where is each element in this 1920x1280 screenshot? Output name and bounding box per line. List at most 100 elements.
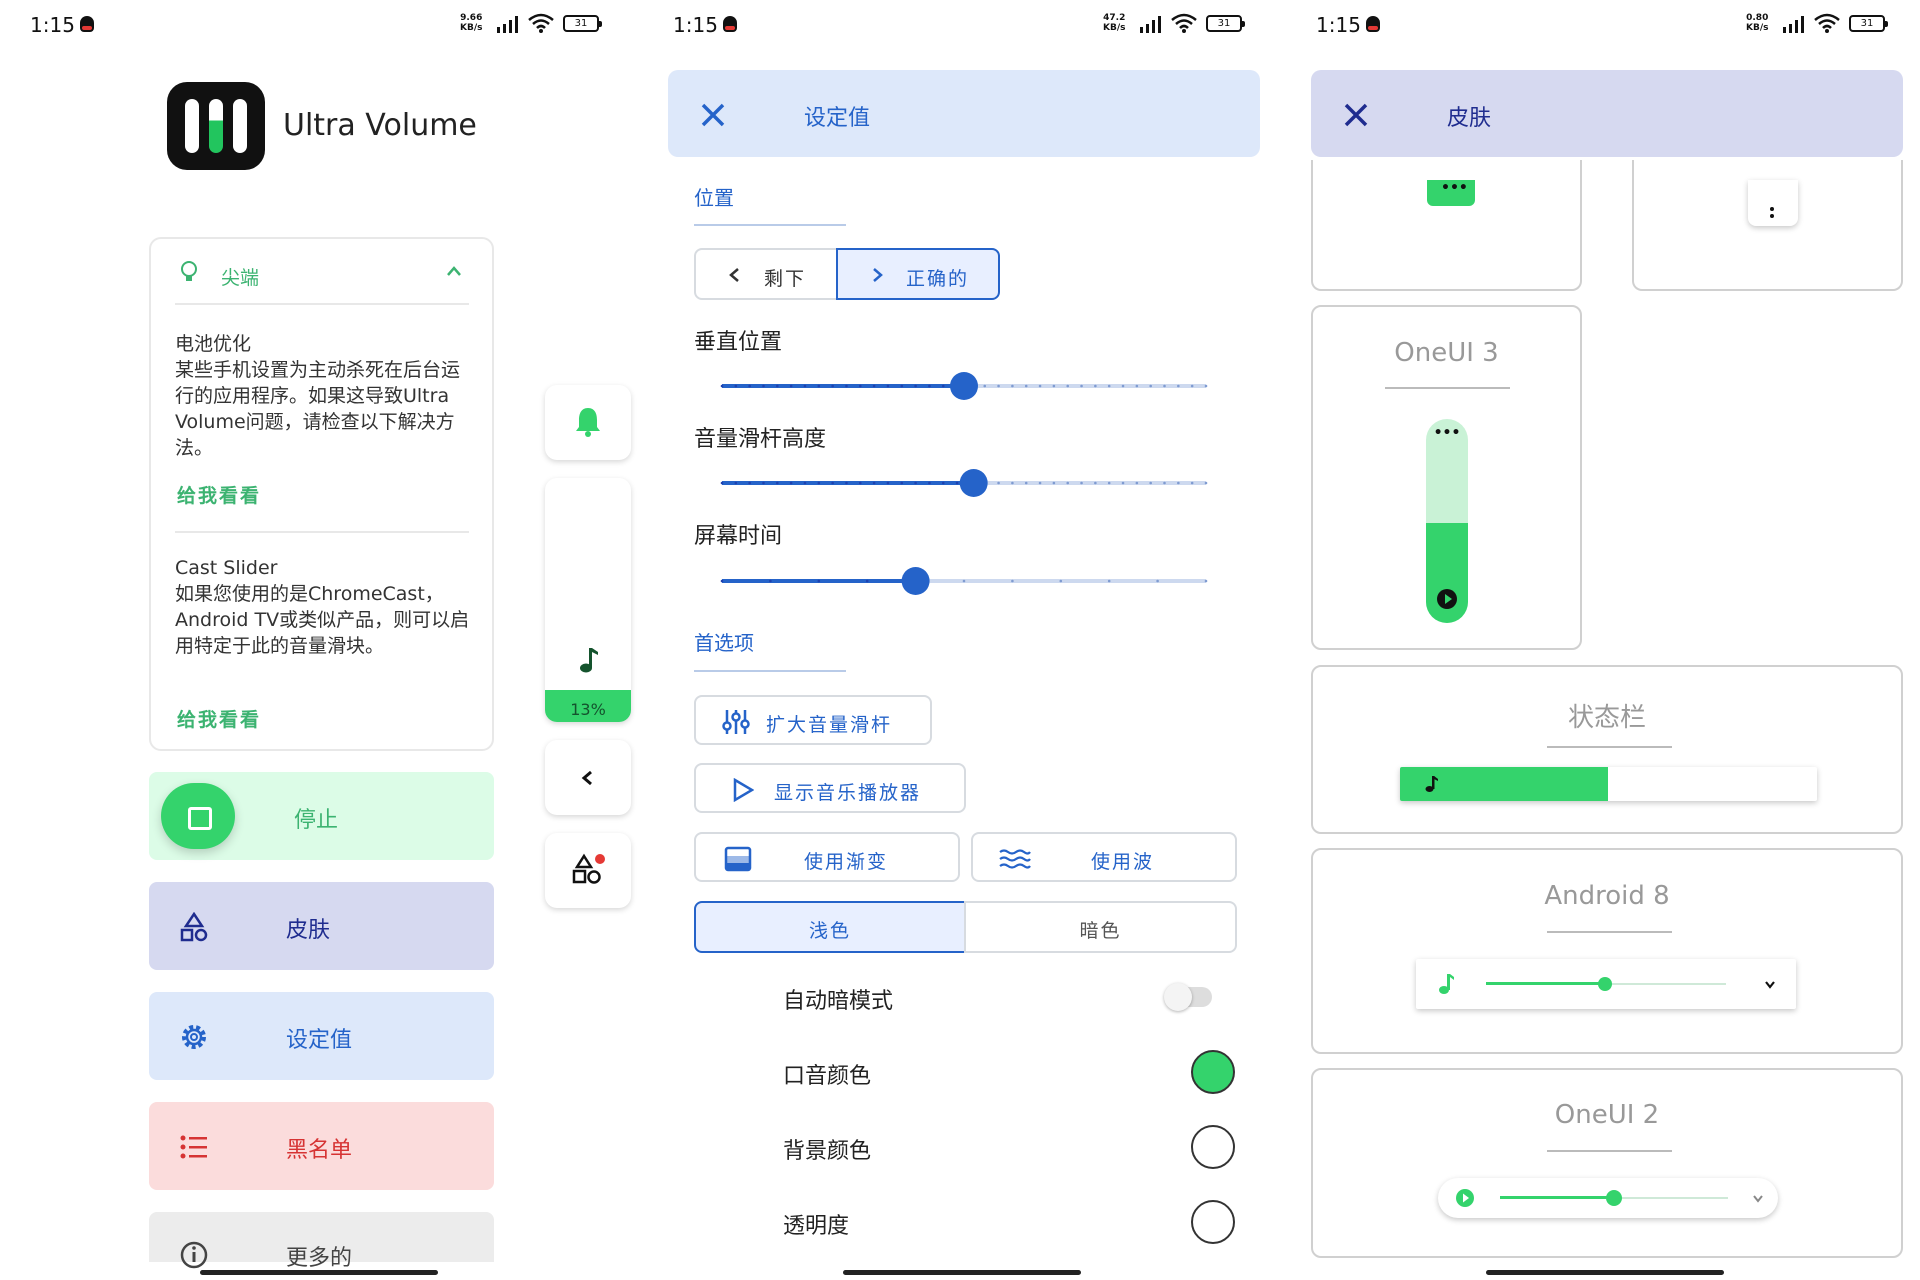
accent-color-swatch[interactable] [1191, 1050, 1235, 1094]
wifi-icon [1814, 13, 1840, 33]
theme-light-button[interactable]: 浅色 [694, 901, 966, 953]
vertical-position-slider[interactable] [714, 371, 1214, 401]
status-time: 1:15 [30, 13, 75, 37]
volume-slider-preview[interactable]: 13% [545, 478, 631, 722]
qq-notification-icon [80, 16, 94, 32]
position-left-button[interactable]: 剩下 [694, 248, 838, 300]
slider-tick [1190, 384, 1194, 388]
slider-tick [789, 481, 793, 485]
slider-tick [1011, 579, 1014, 583]
tip-title: Cast Slider [175, 557, 278, 579]
skin-card-oneui3[interactable]: OneUI 3 ••• [1311, 305, 1582, 650]
tip-battery: 电池优化 某些手机设置为主动杀死在后台运行的应用程序。如果这导致Ultra Vo… [175, 331, 475, 461]
slider-tick [1066, 481, 1070, 485]
wave-icon [999, 849, 1031, 869]
slider-height-label: 音量滑杆高度 [694, 427, 827, 452]
slider-tick [1149, 481, 1152, 485]
home-indicator[interactable] [843, 1270, 1081, 1275]
divider [175, 531, 469, 533]
slider-thumb[interactable] [959, 469, 988, 497]
slider-tick [762, 384, 765, 388]
close-icon[interactable] [1343, 102, 1369, 128]
slider-height-slider[interactable] [714, 468, 1214, 498]
android8-slider-preview [1416, 959, 1796, 1009]
theme-toggle: 浅色 暗色 [694, 901, 1237, 953]
slider-tick [720, 481, 724, 485]
skins-top-bar: 皮肤 [1311, 70, 1903, 157]
skin-shortcut-button[interactable] [545, 833, 631, 908]
slider-tick [962, 579, 966, 583]
chevron-up-icon[interactable] [446, 265, 462, 277]
slider-thumb[interactable] [901, 567, 930, 595]
tips-header[interactable]: 尖端 [151, 239, 492, 303]
statusbar-slider-preview [1400, 767, 1817, 801]
auto-dark-mode-label: 自动暗模式 [783, 989, 894, 1014]
slider-tick [1094, 384, 1097, 388]
slider-tick [941, 384, 945, 388]
page-title: 皮肤 [1447, 106, 1492, 131]
use-wave-button[interactable]: 使用波 [971, 832, 1237, 882]
use-gradient-button[interactable]: 使用渐变 [694, 832, 960, 882]
auto-dark-mode-switch[interactable] [1164, 983, 1212, 1011]
theme-dark-button[interactable]: 暗色 [964, 901, 1237, 953]
slider-tick [1066, 384, 1070, 388]
wifi-icon [528, 13, 554, 33]
show-music-player-button[interactable]: 显示音乐播放器 [694, 763, 966, 813]
close-icon[interactable] [700, 102, 726, 128]
skin-card-statusbar[interactable]: 状态栏 [1311, 665, 1903, 834]
slider-tick [762, 481, 765, 485]
skin-card-partial[interactable]: ••• [1311, 160, 1582, 291]
tip-body: 如果您使用的是ChromeCast，Android TV或类似产品，则可以启用特… [175, 583, 470, 657]
volume-level-fill [1486, 982, 1605, 985]
settings-button[interactable]: 设定值 [149, 992, 494, 1080]
collapse-panel-button[interactable] [545, 740, 631, 815]
slider-tick [748, 384, 751, 388]
music-note-icon [1425, 776, 1438, 792]
slider-tick [872, 481, 876, 485]
slider-tick [845, 384, 848, 388]
status-bar: 1:15 47.2 KB/s 31 [643, 0, 1283, 50]
play-icon [1456, 1189, 1474, 1207]
slider-tick [769, 579, 772, 583]
skin-card-partial[interactable] [1632, 160, 1903, 291]
home-indicator[interactable] [200, 1270, 438, 1275]
slider-tick [1052, 481, 1056, 485]
chevron-down-icon [1765, 981, 1775, 989]
skin-card-oneui2[interactable]: OneUI 2 [1311, 1068, 1903, 1258]
more-button[interactable]: 更多的 [149, 1212, 494, 1271]
blacklist-button[interactable]: 黑名单 [149, 1102, 494, 1190]
skin-name: OneUI 3 [1394, 338, 1499, 368]
divider [1547, 931, 1672, 933]
stop-button[interactable]: 停止 [149, 772, 494, 860]
chevron-down-icon [1753, 1195, 1763, 1203]
slider-tick [872, 384, 876, 388]
slider-tick [1024, 481, 1028, 485]
expand-slider-button[interactable]: 扩大音量滑杆 [694, 695, 932, 745]
tips-card: 尖端 电池优化 某些手机设置为主动杀死在后台运行的应用程序。如果这导致Ultra… [149, 237, 494, 751]
transparency-label: 透明度 [783, 1214, 850, 1239]
divider [175, 303, 469, 305]
slider-tick [845, 481, 848, 485]
status-bar: 1:15 0.80 KB/s 31 [1286, 0, 1920, 50]
show-me-link[interactable]: 给我看看 [177, 481, 261, 508]
slider-tick [1107, 481, 1111, 485]
screen-time-slider[interactable] [714, 566, 1214, 596]
slider-tick [914, 384, 917, 388]
skin-button[interactable]: 皮肤 [149, 882, 494, 970]
background-color-swatch[interactable] [1191, 1125, 1235, 1169]
position-right-button[interactable]: 正确的 [836, 248, 1000, 300]
position-toggle: 剩下 正确的 [694, 248, 1000, 300]
stop-icon [161, 783, 235, 849]
skin-card-android8[interactable]: Android 8 [1311, 848, 1903, 1054]
show-me-link[interactable]: 给我看看 [177, 705, 261, 732]
transparency-swatch[interactable] [1191, 1200, 1235, 1244]
ringer-volume-button[interactable] [545, 385, 631, 460]
home-indicator[interactable] [1486, 1270, 1724, 1275]
gear-icon [182, 1025, 206, 1049]
more-icon: ••• [1433, 425, 1461, 441]
slider-tick [1163, 481, 1166, 485]
slider-thumb[interactable] [950, 372, 978, 400]
slider-tick [734, 384, 738, 388]
slider-tick [928, 384, 931, 388]
battery-icon: 31 [1849, 15, 1888, 32]
